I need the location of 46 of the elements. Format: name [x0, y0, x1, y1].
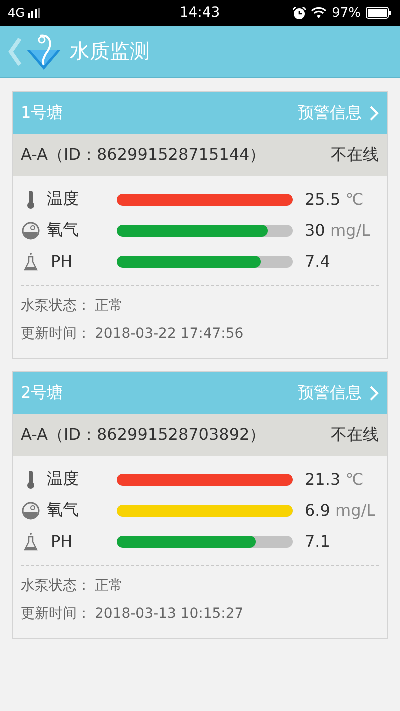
chevron-icon: [370, 386, 379, 400]
device-id: A-A（ID：862991528715144）: [21, 144, 266, 166]
flask-icon: [24, 532, 38, 552]
sensor-label: PH: [50, 252, 74, 271]
wifi-icon: [311, 7, 328, 19]
sensor-reading: 25.5 ℃: [305, 190, 364, 209]
update-time: 2018-03-13 10:15:27: [95, 606, 244, 622]
fish-logo-icon: [24, 32, 64, 72]
device-id: A-A（ID：862991528703892）: [21, 424, 266, 446]
sensor-label: 氧气: [46, 220, 80, 241]
pump-status: 正常: [95, 577, 123, 595]
sensor-label: 温度: [46, 469, 80, 490]
sensor-label: 氧气: [46, 500, 80, 521]
battery-percent: 97%: [332, 6, 362, 20]
gauge-icon: [22, 222, 40, 240]
sensor-reading: 21.3 ℃: [305, 470, 364, 489]
page-title: 水质监测: [70, 38, 150, 65]
pond-name: 1号塘: [21, 102, 64, 124]
connection-status: 不在线: [331, 424, 379, 446]
clock: 14:43: [180, 5, 220, 21]
pump-label: 水泵状态：: [21, 577, 91, 595]
alert-link[interactable]: 预警信息: [298, 382, 379, 404]
sensor-reading: 30 mg/L: [305, 221, 370, 240]
network-type: 4G: [8, 6, 25, 20]
sensor-label: 温度: [46, 189, 80, 210]
battery-icon: [366, 7, 392, 19]
thermometer-icon: [26, 470, 36, 490]
sensor-reading: 6.9 mg/L: [305, 501, 376, 520]
sensor-label: PH: [50, 532, 74, 551]
flask-icon: [24, 252, 38, 272]
connection-status: 不在线: [331, 144, 379, 166]
chevron-icon: [370, 106, 379, 120]
alarm-icon: [293, 6, 306, 20]
alert-link[interactable]: 预警信息: [298, 102, 379, 124]
signal-icon: [28, 8, 41, 18]
sensor-reading: 7.1: [305, 532, 330, 551]
pump-status: 正常: [95, 297, 123, 315]
back-button[interactable]: [8, 36, 22, 66]
update-label: 更新时间：: [21, 325, 91, 343]
thermometer-icon: [26, 190, 36, 210]
sensor-reading: 7.4: [305, 252, 330, 271]
gauge-icon: [22, 502, 40, 520]
update-label: 更新时间：: [21, 605, 91, 623]
pond-name: 2号塘: [21, 382, 64, 404]
pump-label: 水泵状态：: [21, 297, 91, 315]
update-time: 2018-03-22 17:47:56: [95, 326, 244, 342]
